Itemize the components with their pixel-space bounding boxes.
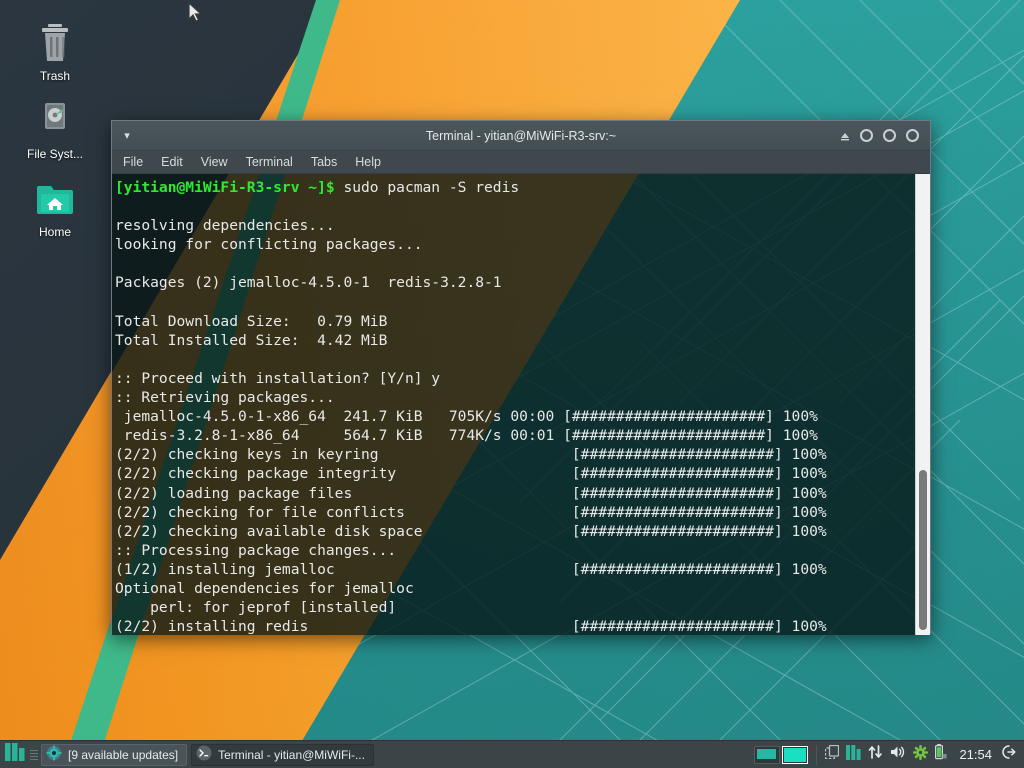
shade-window-icon[interactable] xyxy=(839,130,850,141)
terminal-prompt-command: sudo pacman -S redis xyxy=(334,179,520,196)
taskbar-task-terminal[interactable]: Terminal - yitian@MiWiFi-... xyxy=(191,743,374,766)
minimize-button[interactable] xyxy=(860,129,873,142)
terminal-text-content: [yitian@MiWiFi-R3-srv ~]$ sudo pacman -S… xyxy=(115,178,908,635)
logout-icon xyxy=(1000,744,1016,765)
network-transfer-icon[interactable] xyxy=(868,745,883,764)
terminal-scrollbar-thumb[interactable] xyxy=(919,470,927,630)
volume-icon[interactable] xyxy=(890,745,906,764)
terminal-menubar[interactable]: File Edit View Terminal Tabs Help xyxy=(112,151,930,174)
window-title: Terminal - yitian@MiWiFi-R3-srv:~ xyxy=(425,128,617,143)
taskbar-launcher-button[interactable] xyxy=(0,743,30,766)
desktop-icon-file-system[interactable]: File Syst... xyxy=(12,100,98,161)
close-button[interactable] xyxy=(906,129,919,142)
menu-help[interactable]: Help xyxy=(355,155,381,169)
manjaro-menu-icon xyxy=(5,743,25,766)
taskbar-task-label: [9 available updates] xyxy=(68,747,179,762)
updates-icon xyxy=(46,745,62,764)
tray-icon-group[interactable] xyxy=(816,744,955,765)
trash-icon xyxy=(12,22,98,66)
workspace-1[interactable] xyxy=(754,745,781,764)
window-menu-chevron-down-icon[interactable]: ▾ xyxy=(116,129,138,142)
harddisk-icon xyxy=(12,100,98,144)
terminal-window[interactable]: ▾ Terminal - yitian@MiWiFi-R3-srv:~ File… xyxy=(111,120,931,635)
menu-view[interactable]: View xyxy=(201,155,228,169)
maximize-button[interactable] xyxy=(883,129,896,142)
system-tray[interactable]: 21:54 xyxy=(754,741,1024,768)
desktop-icon-label: File Syst... xyxy=(26,147,83,161)
menu-file[interactable]: File xyxy=(123,155,143,169)
taskbar-drag-handle[interactable] xyxy=(30,747,38,763)
logout-button[interactable] xyxy=(1000,744,1024,765)
manjaro-logo-icon[interactable] xyxy=(846,744,862,765)
workspace-switcher[interactable] xyxy=(754,745,810,764)
menu-edit[interactable]: Edit xyxy=(161,155,183,169)
workspace-2[interactable] xyxy=(782,745,809,764)
window-controls[interactable] xyxy=(839,129,930,142)
terminal-icon xyxy=(196,745,212,764)
battery-icon[interactable] xyxy=(935,744,948,765)
package-updates-icon[interactable] xyxy=(913,744,929,765)
taskbar-clock[interactable]: 21:54 xyxy=(955,747,1000,762)
terminal-prompt-userhost: [yitian@MiWiFi-R3-srv ~]$ xyxy=(115,179,335,196)
terminal-output-area[interactable]: [yitian@MiWiFi-R3-srv ~]$ sudo pacman -S… xyxy=(112,174,930,635)
taskbar[interactable]: [9 available updates] Terminal - yitian@… xyxy=(0,740,1024,768)
home-folder-icon xyxy=(12,178,98,222)
clipboard-icon[interactable] xyxy=(825,744,840,764)
window-titlebar[interactable]: ▾ Terminal - yitian@MiWiFi-R3-srv:~ xyxy=(112,121,930,151)
desktop-icon-label: Home xyxy=(38,225,71,239)
desktop[interactable]: Trash File Syst... Home ▾ Terminal - yit… xyxy=(0,0,1024,768)
menu-terminal[interactable]: Terminal xyxy=(246,155,293,169)
desktop-icon-trash[interactable]: Trash xyxy=(12,22,98,83)
desktop-icon-label: Trash xyxy=(39,69,71,83)
desktop-icon-home[interactable]: Home xyxy=(12,178,98,239)
terminal-scrollbar[interactable] xyxy=(915,174,930,635)
terminal-scrollback: resolving dependencies... looking for co… xyxy=(115,217,827,635)
taskbar-task-label: Terminal - yitian@MiWiFi-... xyxy=(218,747,365,762)
menu-tabs[interactable]: Tabs xyxy=(311,155,337,169)
taskbar-task-updates[interactable]: [9 available updates] xyxy=(41,743,188,766)
